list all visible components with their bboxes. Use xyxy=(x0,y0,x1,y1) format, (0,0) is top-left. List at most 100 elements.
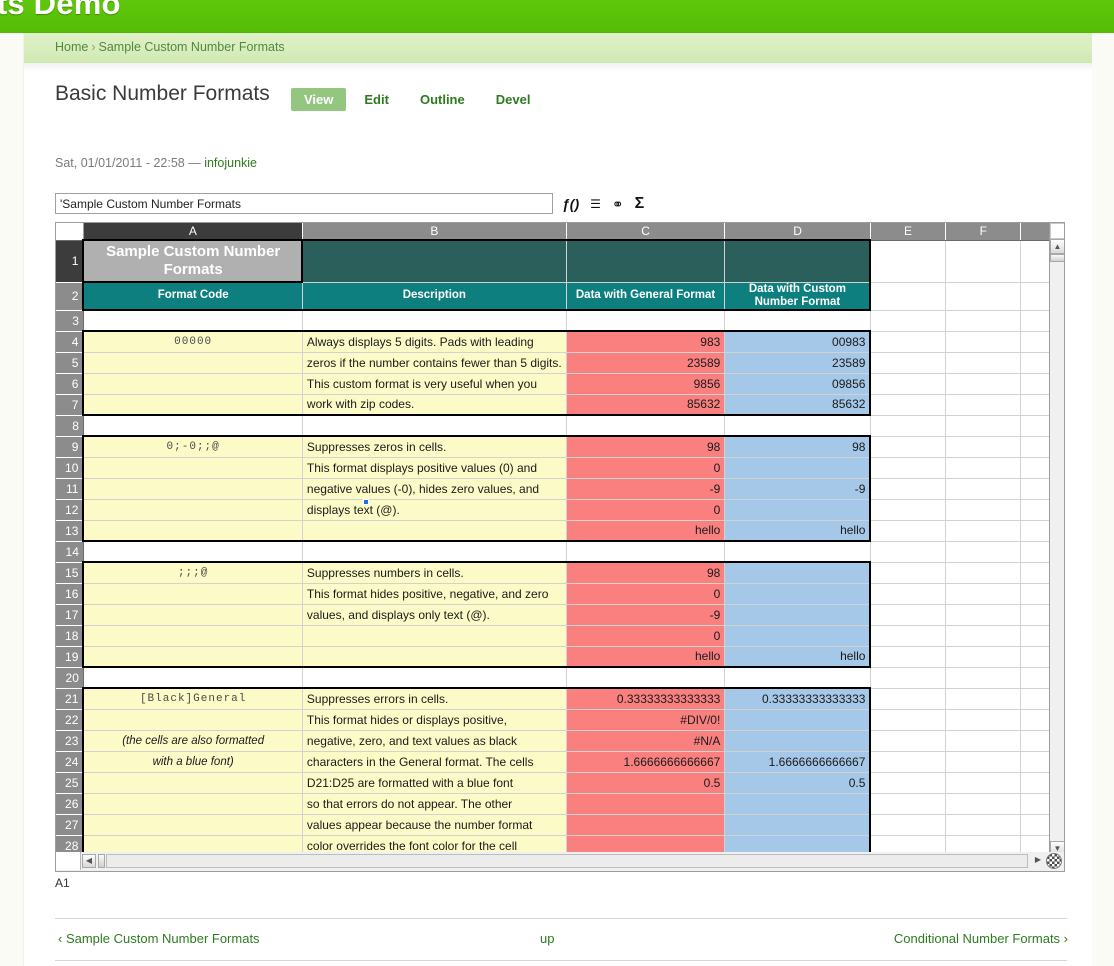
cell-B26[interactable]: so that errors do not appear. The other xyxy=(302,793,567,815)
resize-grip-icon[interactable] xyxy=(1046,853,1062,869)
cell-B19[interactable] xyxy=(302,646,567,668)
cell-E1[interactable] xyxy=(870,240,947,283)
cell-D7[interactable]: 85632 xyxy=(724,394,872,416)
cell-E27[interactable] xyxy=(870,814,947,836)
footer-prev-link[interactable]: ‹ Sample Custom Number Formats xyxy=(58,931,260,946)
cell-F27[interactable] xyxy=(945,814,1022,836)
cell-D18[interactable] xyxy=(724,625,872,647)
cell-E17[interactable] xyxy=(870,604,947,626)
cell-F2[interactable] xyxy=(945,282,1022,311)
tab-view[interactable]: View xyxy=(291,88,347,111)
cell-D22[interactable] xyxy=(724,709,872,731)
cell-F1[interactable] xyxy=(945,240,1022,283)
cell-E6[interactable] xyxy=(870,373,947,395)
cell-D23[interactable] xyxy=(724,730,872,752)
cell-B20[interactable] xyxy=(302,667,567,689)
cell-E8[interactable] xyxy=(870,415,947,437)
scroll-up-icon[interactable]: ▲ xyxy=(1050,239,1064,254)
cell-C14[interactable] xyxy=(566,541,726,563)
cell-D1[interactable] xyxy=(724,239,872,283)
column-header-D[interactable]: D xyxy=(724,223,871,241)
scroll-left-icon[interactable]: ◀ xyxy=(82,854,96,868)
cell-A25[interactable] xyxy=(82,772,303,794)
cell-D20[interactable] xyxy=(724,667,871,689)
cell-F15[interactable] xyxy=(945,562,1022,584)
cell-A3[interactable] xyxy=(83,310,303,332)
cell-C17[interactable]: -9 xyxy=(566,604,726,626)
row-header-4[interactable]: 4 xyxy=(56,331,84,353)
cell-C24[interactable]: 1.6666666666667 xyxy=(566,751,726,773)
cell-F8[interactable] xyxy=(945,415,1022,437)
cell-F22[interactable] xyxy=(945,709,1022,731)
cell-C2[interactable]: Data with General Format xyxy=(566,282,726,311)
cell-A26[interactable] xyxy=(82,793,303,815)
cell-A15[interactable]: ;;;@ xyxy=(82,561,303,584)
cell-A21[interactable]: [Black]General xyxy=(82,687,303,710)
cell-D11[interactable]: -9 xyxy=(724,478,872,500)
cell-E16[interactable] xyxy=(870,583,947,605)
cell-A5[interactable] xyxy=(82,352,303,374)
cell-B4[interactable]: Always displays 5 digits. Pads with lead… xyxy=(302,330,567,353)
cell-A19[interactable] xyxy=(82,646,303,668)
sheet-tab-box[interactable] xyxy=(56,852,81,870)
cell-D8[interactable] xyxy=(724,415,871,437)
cell-F20[interactable] xyxy=(945,667,1022,689)
column-header-C[interactable]: C xyxy=(566,223,726,241)
cell-E25[interactable] xyxy=(870,772,947,794)
cell-D24[interactable]: 1.6666666666667 xyxy=(724,751,872,773)
cell-C19[interactable]: hello xyxy=(566,646,726,668)
cell-D5[interactable]: 23589 xyxy=(724,352,872,374)
row-header-16[interactable]: 16 xyxy=(56,583,84,605)
cell-B16[interactable]: This format hides positive, negative, an… xyxy=(302,583,567,605)
cell-A2[interactable]: Format Code xyxy=(82,282,303,311)
cell-B8[interactable] xyxy=(302,415,567,437)
cell-B11[interactable]: negative values (-0), hides zero values,… xyxy=(302,478,567,500)
cell-F11[interactable] xyxy=(945,478,1022,500)
cell-E15[interactable] xyxy=(870,562,947,584)
align-list-icon[interactable]: ☰ xyxy=(590,194,601,214)
cell-D6[interactable]: 09856 xyxy=(724,373,872,395)
cell-E14[interactable] xyxy=(870,541,947,563)
row-header-12[interactable]: 12 xyxy=(56,499,84,521)
row-header-7[interactable]: 7 xyxy=(56,394,84,416)
vertical-scrollbar[interactable]: ▲ ▼ xyxy=(1049,223,1064,856)
formula-input[interactable] xyxy=(55,193,553,214)
row-header-10[interactable]: 10 xyxy=(56,457,84,479)
row-header-3[interactable]: 3 xyxy=(56,310,84,332)
cell-A18[interactable] xyxy=(82,625,303,647)
column-header-B[interactable]: B xyxy=(302,223,567,241)
cell-C18[interactable]: 0 xyxy=(566,625,726,647)
footer-up-link[interactable]: up xyxy=(540,931,554,946)
cell-D17[interactable] xyxy=(724,604,872,626)
row-header-15[interactable]: 15 xyxy=(56,562,84,584)
cell-D12[interactable] xyxy=(724,499,872,521)
cell-B21[interactable]: Suppresses errors in cells. xyxy=(302,687,567,710)
cell-C23[interactable]: #N/A xyxy=(566,730,726,752)
cell-A16[interactable] xyxy=(82,583,303,605)
cell-F10[interactable] xyxy=(945,457,1022,479)
cell-F19[interactable] xyxy=(945,646,1022,668)
cell-A12[interactable] xyxy=(82,499,303,521)
cell-F26[interactable] xyxy=(945,793,1022,815)
tab-outline[interactable]: Outline xyxy=(407,88,478,111)
cell-E10[interactable] xyxy=(870,457,947,479)
breadcrumb-current[interactable]: Sample Custom Number Formats xyxy=(99,40,285,54)
cell-A13[interactable] xyxy=(82,520,303,542)
column-header-F[interactable]: F xyxy=(945,223,1022,241)
cell-C4[interactable]: 983 xyxy=(566,330,726,353)
cell-E7[interactable] xyxy=(870,394,947,416)
cell-A27[interactable] xyxy=(82,814,303,836)
cell-C15[interactable]: 98 xyxy=(566,561,726,584)
tab-devel[interactable]: Devel xyxy=(483,88,544,111)
row-header-26[interactable]: 26 xyxy=(56,793,84,815)
link-icon[interactable]: ⚭ xyxy=(612,194,624,214)
row-header-20[interactable]: 20 xyxy=(56,667,84,689)
sum-sigma-icon[interactable]: Σ xyxy=(635,194,645,214)
cell-A4[interactable]: 00000 xyxy=(82,330,303,353)
cell-B22[interactable]: This format hides or displays positive, xyxy=(302,709,567,731)
footer-next-link[interactable]: Conditional Number Formats › xyxy=(894,931,1068,946)
cell-F9[interactable] xyxy=(945,436,1022,458)
cell-F25[interactable] xyxy=(945,772,1022,794)
cell-F16[interactable] xyxy=(945,583,1022,605)
cell-E26[interactable] xyxy=(870,793,947,815)
